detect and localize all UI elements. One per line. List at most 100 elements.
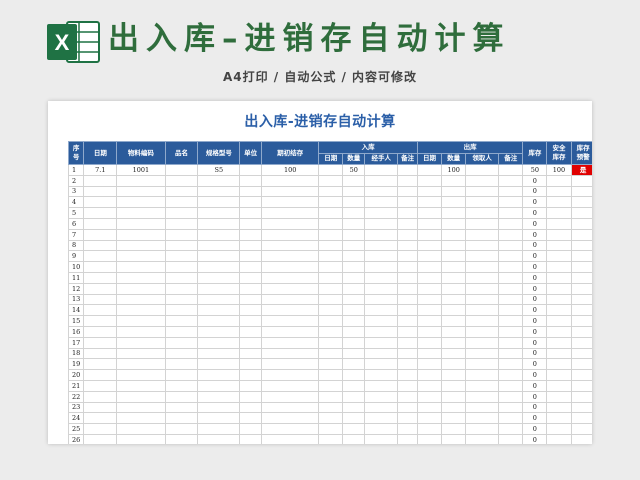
cell-name[interactable] bbox=[164, 325, 199, 338]
cell-in-qty[interactable] bbox=[342, 379, 366, 392]
cell-spec[interactable] bbox=[197, 293, 241, 306]
cell-code[interactable] bbox=[116, 315, 166, 327]
cell-seq[interactable]: 13 bbox=[67, 293, 85, 306]
cell-opening[interactable] bbox=[261, 347, 320, 360]
cell-in-note[interactable] bbox=[397, 412, 418, 425]
cell-unit[interactable] bbox=[239, 369, 263, 381]
cell-opening[interactable] bbox=[261, 433, 320, 444]
cell-safety[interactable] bbox=[546, 271, 572, 284]
cell-out-note[interactable] bbox=[498, 390, 524, 403]
cell-seq[interactable]: 3 bbox=[67, 185, 85, 198]
cell-spec[interactable] bbox=[197, 401, 241, 414]
cell-name[interactable] bbox=[164, 228, 199, 241]
cell-safety[interactable] bbox=[546, 196, 572, 209]
cell-in-qty[interactable] bbox=[342, 390, 366, 403]
cell-unit[interactable] bbox=[239, 325, 263, 338]
cell-safety[interactable] bbox=[546, 423, 572, 435]
cell-code[interactable] bbox=[116, 325, 166, 338]
cell-out-qty[interactable] bbox=[441, 293, 467, 306]
cell-stock[interactable]: 0 bbox=[522, 325, 548, 338]
cell-in-note[interactable] bbox=[397, 336, 418, 349]
cell-in-note[interactable] bbox=[397, 304, 418, 317]
cell-in-date[interactable] bbox=[318, 412, 344, 425]
cell-seq[interactable]: 24 bbox=[67, 412, 85, 425]
cell-date[interactable] bbox=[83, 239, 118, 252]
cell-opening[interactable] bbox=[261, 390, 320, 403]
cell-out-receiver[interactable] bbox=[465, 164, 500, 176]
cell-date[interactable] bbox=[83, 369, 118, 381]
cell-in-handler[interactable] bbox=[364, 390, 399, 403]
cell-name[interactable] bbox=[164, 250, 199, 263]
cell-in-handler[interactable] bbox=[364, 293, 399, 306]
cell-stock[interactable]: 50 bbox=[522, 164, 548, 176]
cell-out-note[interactable] bbox=[498, 325, 524, 338]
cell-in-handler[interactable] bbox=[364, 164, 399, 176]
cell-spec[interactable] bbox=[197, 412, 241, 425]
cell-date[interactable] bbox=[83, 433, 118, 444]
cell-opening[interactable] bbox=[261, 185, 320, 198]
cell-in-date[interactable] bbox=[318, 304, 344, 317]
cell-stock[interactable]: 0 bbox=[522, 358, 548, 371]
cell-alert[interactable]: 是 bbox=[570, 164, 592, 176]
cell-out-receiver[interactable] bbox=[465, 228, 500, 241]
cell-seq[interactable]: 1 bbox=[67, 164, 85, 176]
cell-date[interactable] bbox=[83, 250, 118, 263]
cell-seq[interactable]: 21 bbox=[67, 379, 85, 392]
cell-code[interactable] bbox=[116, 358, 166, 371]
cell-alert[interactable] bbox=[570, 250, 592, 263]
cell-spec[interactable] bbox=[197, 228, 241, 241]
cell-in-note[interactable] bbox=[397, 207, 418, 219]
cell-out-date[interactable] bbox=[416, 304, 443, 317]
cell-in-handler[interactable] bbox=[364, 282, 399, 295]
cell-alert[interactable] bbox=[570, 423, 592, 435]
cell-seq[interactable]: 22 bbox=[67, 390, 85, 403]
cell-seq[interactable]: 10 bbox=[67, 261, 85, 273]
cell-out-note[interactable] bbox=[498, 239, 524, 252]
cell-out-qty[interactable] bbox=[441, 271, 467, 284]
cell-in-date[interactable] bbox=[318, 185, 344, 198]
cell-in-note[interactable] bbox=[397, 423, 418, 435]
cell-code[interactable] bbox=[116, 369, 166, 381]
cell-date[interactable] bbox=[83, 228, 118, 241]
cell-name[interactable] bbox=[164, 412, 199, 425]
cell-alert[interactable] bbox=[570, 282, 592, 295]
cell-out-note[interactable] bbox=[498, 358, 524, 371]
cell-in-handler[interactable] bbox=[364, 379, 399, 392]
cell-out-note[interactable] bbox=[498, 315, 524, 327]
cell-in-handler[interactable] bbox=[364, 207, 399, 219]
cell-out-note[interactable] bbox=[498, 164, 524, 176]
cell-out-note[interactable] bbox=[498, 217, 524, 230]
cell-in-note[interactable] bbox=[397, 369, 418, 381]
cell-seq[interactable]: 7 bbox=[67, 228, 85, 241]
cell-in-date[interactable] bbox=[318, 282, 344, 295]
cell-out-receiver[interactable] bbox=[465, 293, 500, 306]
cell-date[interactable] bbox=[83, 293, 118, 306]
cell-out-qty[interactable] bbox=[441, 412, 467, 425]
cell-unit[interactable] bbox=[239, 261, 263, 273]
cell-opening[interactable] bbox=[261, 271, 320, 284]
cell-code[interactable] bbox=[116, 433, 166, 444]
cell-spec[interactable] bbox=[197, 239, 241, 252]
cell-stock[interactable]: 0 bbox=[522, 401, 548, 414]
cell-out-receiver[interactable] bbox=[465, 390, 500, 403]
cell-out-date[interactable] bbox=[416, 207, 443, 219]
cell-out-date[interactable] bbox=[416, 228, 443, 241]
cell-alert[interactable] bbox=[570, 379, 592, 392]
cell-name[interactable] bbox=[164, 174, 199, 187]
cell-in-date[interactable] bbox=[318, 271, 344, 284]
cell-unit[interactable] bbox=[239, 412, 263, 425]
cell-in-date[interactable] bbox=[318, 217, 344, 230]
cell-seq[interactable]: 11 bbox=[67, 271, 85, 284]
cell-seq[interactable]: 25 bbox=[67, 423, 85, 435]
cell-in-handler[interactable] bbox=[364, 315, 399, 327]
cell-out-receiver[interactable] bbox=[465, 412, 500, 425]
cell-safety[interactable] bbox=[546, 433, 572, 444]
cell-in-handler[interactable] bbox=[364, 239, 399, 252]
cell-name[interactable] bbox=[164, 185, 199, 198]
cell-spec[interactable] bbox=[197, 261, 241, 273]
cell-out-date[interactable] bbox=[416, 185, 443, 198]
cell-opening[interactable] bbox=[261, 304, 320, 317]
cell-in-handler[interactable] bbox=[364, 261, 399, 273]
cell-unit[interactable] bbox=[239, 433, 263, 444]
cell-alert[interactable] bbox=[570, 217, 592, 230]
